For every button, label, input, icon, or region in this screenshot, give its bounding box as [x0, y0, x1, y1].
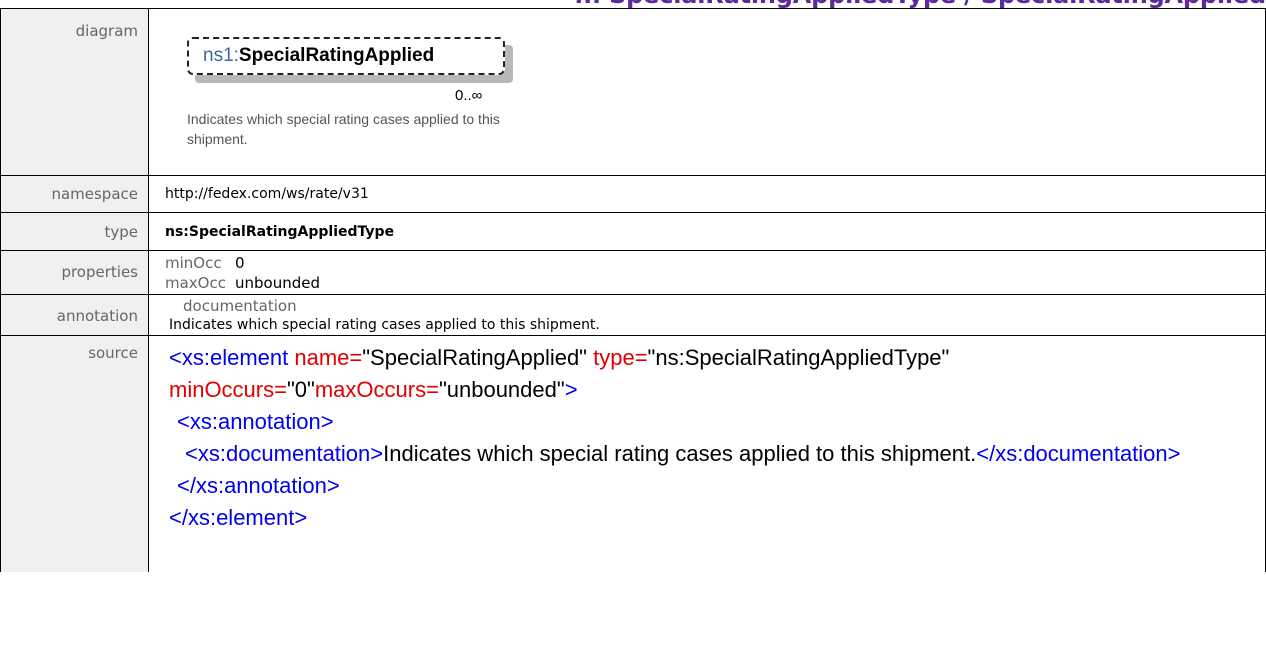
element-description: Indicates which special rating cases app… — [187, 111, 500, 147]
properties-list: minOcc 0 maxOcc unbounded — [165, 251, 1265, 293]
source-code: <xs:element name="SpecialRatingApplied" … — [167, 336, 1265, 534]
annotation-heading: documentation — [183, 297, 297, 315]
xml-tag: <xs:documentation> — [185, 441, 384, 466]
xml-value: "unbounded" — [438, 377, 565, 402]
source-line: <xs:annotation> — [169, 406, 1265, 438]
xml-attr: maxOccurs= — [314, 377, 439, 402]
source-line: minOccurs="0"maxOccurs="unbounded"> — [169, 374, 1265, 406]
row-type: type ns:SpecialRatingAppliedType — [0, 212, 1266, 251]
row-properties: properties minOcc 0 maxOcc unbounded — [0, 250, 1266, 295]
row-label: type — [0, 212, 149, 251]
xml-tag: <xs:annotation> — [177, 409, 334, 434]
row-namespace: namespace http://fedex.com/ws/rate/v31 — [0, 175, 1266, 213]
property-key: minOcc — [165, 254, 222, 272]
xml-value: "SpecialRatingApplied" — [362, 345, 587, 370]
property-key: maxOcc — [165, 274, 226, 292]
xml-attr: minOccurs= — [169, 377, 287, 402]
property-value: 0 — [235, 254, 245, 272]
xml-tag: > — [564, 377, 578, 402]
source-line: <xs:documentation>Indicates which specia… — [169, 438, 1265, 470]
row-label: namespace — [0, 175, 149, 213]
annotation-text: Indicates which special rating cases app… — [169, 317, 600, 333]
element-name: SpecialRatingApplied — [238, 45, 435, 66]
cardinality-label: 0..∞ — [455, 87, 483, 104]
xml-tag: </xs:documentation> — [976, 441, 1181, 466]
xml-value: "ns:SpecialRatingAppliedType" — [647, 345, 950, 370]
xml-tag: </xs:element> — [169, 505, 308, 530]
row-label: properties — [0, 250, 149, 295]
row-label: source — [0, 335, 149, 572]
property-value: unbounded — [235, 274, 320, 292]
source-line: <xs:element name="SpecialRatingApplied" … — [169, 342, 1265, 374]
xml-tag: </xs:annotation> — [177, 473, 340, 498]
element-box[interactable]: ns1:SpecialRatingApplied — [187, 37, 505, 75]
xml-text: Indicates which special rating cases app… — [383, 441, 977, 466]
row-label: annotation — [0, 294, 149, 336]
element-prefix: ns1: — [203, 45, 239, 66]
xml-tag: <xs:element — [169, 345, 289, 370]
diagram-cell: ns1:SpecialRatingApplied 0..∞ Indicates … — [148, 8, 1266, 176]
source-line: </xs:element> — [169, 502, 1265, 534]
type-link[interactable]: ns:SpecialRatingAppliedType — [165, 224, 394, 240]
element-diagram: ns1:SpecialRatingApplied 0..∞ Indicates … — [165, 9, 525, 169]
namespace-value: http://fedex.com/ws/rate/v31 — [148, 175, 1266, 213]
row-diagram: diagram ns1:SpecialRatingApplied 0..∞ In… — [0, 8, 1266, 176]
row-label: diagram — [0, 8, 149, 176]
row-source: source <xs:element name="SpecialRatingAp… — [0, 335, 1266, 572]
element-doc-table: diagram ns1:SpecialRatingApplied 0..∞ In… — [0, 8, 1266, 572]
xml-attr: type= — [587, 345, 648, 370]
row-annotation: annotation documentation Indicates which… — [0, 294, 1266, 336]
source-line: </xs:annotation> — [169, 470, 1265, 502]
xml-value: "0" — [286, 377, 315, 402]
xml-attr: name= — [288, 345, 363, 370]
